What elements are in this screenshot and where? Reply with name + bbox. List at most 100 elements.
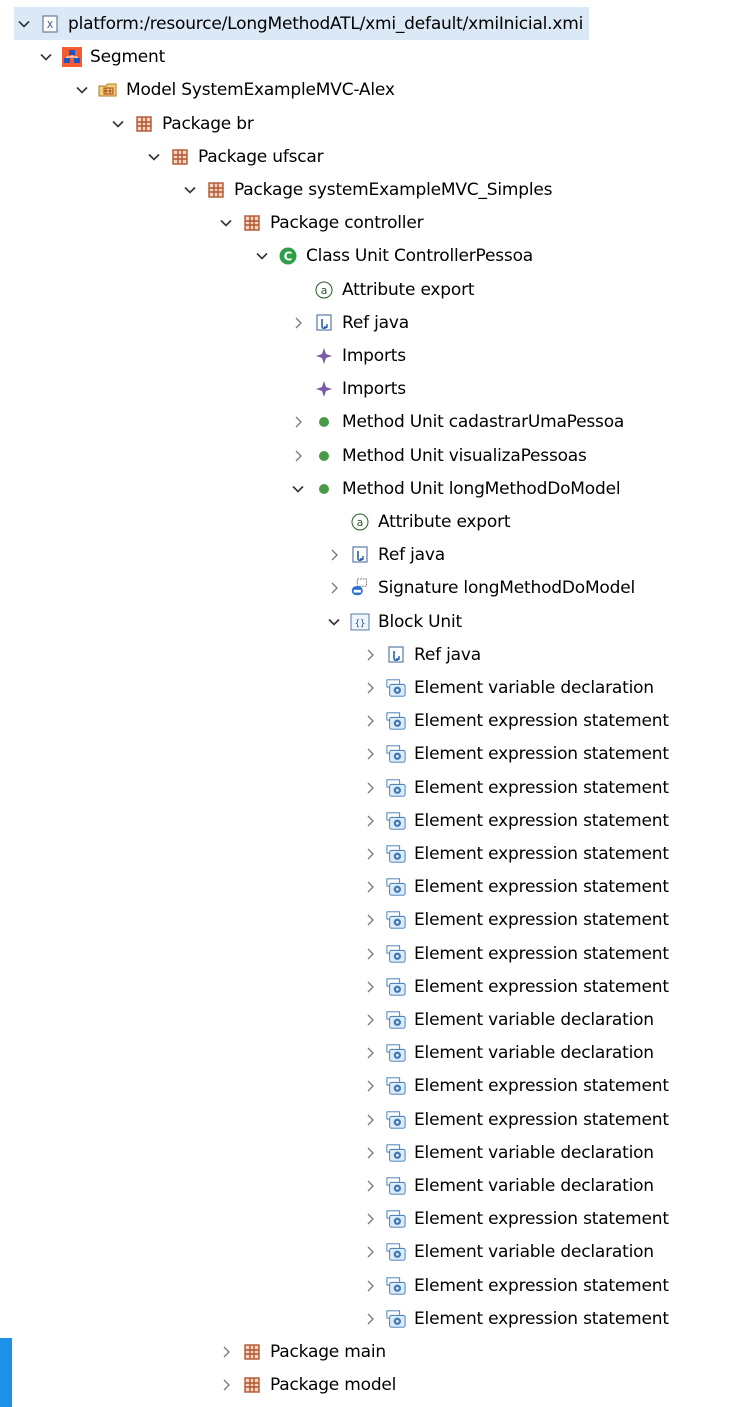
tree-item[interactable]: Element variable declaration xyxy=(360,1169,654,1202)
tree-item[interactable]: Element expression statement xyxy=(360,704,669,737)
collapse-chevron-icon[interactable] xyxy=(36,47,56,67)
expand-chevron-icon[interactable] xyxy=(360,1209,380,1229)
tree-item[interactable]: Element expression statement xyxy=(360,771,669,804)
expand-chevron-icon[interactable] xyxy=(216,1342,236,1362)
expand-chevron-icon[interactable] xyxy=(360,811,380,831)
tree-item[interactable]: Element variable declaration xyxy=(360,1235,654,1268)
tree-item[interactable]: Method Unit cadastrarUmaPessoa xyxy=(288,405,624,438)
tree-item-label: Segment xyxy=(90,46,166,67)
tree-item[interactable]: Package systemExampleMVC_Simples xyxy=(180,173,552,206)
expand-chevron-icon[interactable] xyxy=(360,1276,380,1296)
expand-chevron-icon[interactable] xyxy=(360,977,380,997)
expand-chevron-icon[interactable] xyxy=(360,1176,380,1196)
tree-item[interactable]: Element expression statement xyxy=(360,1069,669,1102)
expand-chevron-icon[interactable] xyxy=(360,645,380,665)
method-icon xyxy=(314,479,334,499)
expand-chevron-icon[interactable] xyxy=(360,1010,380,1030)
tree-item[interactable]: Package br xyxy=(108,107,254,140)
expand-chevron-icon[interactable] xyxy=(216,1375,236,1395)
expand-chevron-icon[interactable] xyxy=(324,545,344,565)
tree-item[interactable]: Element expression statement xyxy=(360,870,669,903)
tree-item[interactable]: Method Unit longMethodDoModel xyxy=(288,472,621,505)
expand-chevron-icon[interactable] xyxy=(360,1043,380,1063)
expand-chevron-icon[interactable] xyxy=(360,678,380,698)
expand-chevron-icon[interactable] xyxy=(288,412,308,432)
tree-item-label: Element expression statement xyxy=(414,1275,669,1296)
collapse-chevron-icon[interactable] xyxy=(288,479,308,499)
tree-item[interactable]: Signature longMethodDoModel xyxy=(324,571,635,604)
element-icon xyxy=(386,877,406,897)
element-icon xyxy=(386,744,406,764)
tree-item[interactable]: Element expression statement xyxy=(360,1202,669,1235)
tree-item[interactable]: Element expression statement xyxy=(360,737,669,770)
tree-item[interactable]: Element expression statement xyxy=(360,903,669,936)
tree-item[interactable]: Element expression statement xyxy=(360,1269,669,1302)
tree-item[interactable]: Element variable declaration xyxy=(360,671,654,704)
tree-item[interactable]: Element expression statement xyxy=(360,1103,669,1136)
expand-chevron-icon[interactable] xyxy=(360,1143,380,1163)
tree-item[interactable]: C Class Unit ControllerPessoa xyxy=(252,239,533,272)
tree-root-item[interactable]: Xplatform:/resource/LongMethodATL/xmi_de… xyxy=(14,7,590,40)
collapse-chevron-icon[interactable] xyxy=(324,612,344,632)
collapse-chevron-icon[interactable] xyxy=(252,246,272,266)
tree-item[interactable]: Imports xyxy=(288,339,406,372)
element-icon xyxy=(386,678,406,698)
tree-item[interactable]: {} Block Unit xyxy=(324,605,462,638)
collapse-chevron-icon[interactable] xyxy=(72,80,92,100)
expand-chevron-icon[interactable] xyxy=(360,1110,380,1130)
element-icon xyxy=(386,811,406,831)
collapse-chevron-icon[interactable] xyxy=(14,14,34,34)
tree-item[interactable]: Package main xyxy=(216,1335,386,1368)
expand-chevron-icon[interactable] xyxy=(360,711,380,731)
expand-chevron-icon[interactable] xyxy=(360,910,380,930)
expand-chevron-icon[interactable] xyxy=(360,844,380,864)
tree-item[interactable]: Element expression statement xyxy=(360,1302,669,1335)
collapse-chevron-icon[interactable] xyxy=(108,114,128,134)
expand-chevron-icon[interactable] xyxy=(360,944,380,964)
package-icon xyxy=(242,1375,262,1395)
collapse-chevron-icon[interactable] xyxy=(144,147,164,167)
element-icon xyxy=(386,1076,406,1096)
expand-chevron-icon[interactable] xyxy=(288,313,308,333)
tree-item[interactable]: Package ufscar xyxy=(144,140,324,173)
tree-item-label: Package br xyxy=(162,113,254,134)
tree-item[interactable]: Segment xyxy=(36,40,165,73)
tree-item[interactable]: Element expression statement xyxy=(360,837,669,870)
element-icon xyxy=(386,1209,406,1229)
tree-item[interactable]: Package model xyxy=(216,1368,396,1401)
method-icon xyxy=(314,412,334,432)
tree-item[interactable]: Element variable declaration xyxy=(360,1003,654,1036)
tree-item-label: Package controller xyxy=(270,212,424,233)
tree-item[interactable]: Element expression statement xyxy=(360,937,669,970)
expand-chevron-icon[interactable] xyxy=(288,446,308,466)
tree-item-label: Element expression statement xyxy=(414,843,669,864)
expand-chevron-icon[interactable] xyxy=(360,1309,380,1329)
tree-item-label: platform:/resource/LongMethodATL/xmi_def… xyxy=(68,13,584,34)
tree-item[interactable]: Model SystemExampleMVC-Alex xyxy=(72,73,395,106)
tree-item[interactable]: Ref java xyxy=(360,638,481,671)
tree-item[interactable]: Element expression statement xyxy=(360,970,669,1003)
collapse-chevron-icon[interactable] xyxy=(180,180,200,200)
tree-item[interactable]: Method Unit visualizaPessoas xyxy=(288,439,587,472)
expand-chevron-icon[interactable] xyxy=(360,778,380,798)
element-icon xyxy=(386,1242,406,1262)
expand-chevron-icon[interactable] xyxy=(360,1076,380,1096)
tree-item[interactable]: Ref java xyxy=(324,538,445,571)
tree-item[interactable]: Ref java xyxy=(288,306,409,339)
expand-chevron-icon[interactable] xyxy=(360,877,380,897)
tree-item[interactable]: Imports xyxy=(288,372,406,405)
collapse-chevron-icon[interactable] xyxy=(216,213,236,233)
tree-item[interactable]: a Attribute export xyxy=(324,505,511,538)
expand-chevron-icon[interactable] xyxy=(360,1242,380,1262)
imports-icon xyxy=(314,379,334,399)
tree-item-label: Element variable declaration xyxy=(414,677,654,698)
element-icon xyxy=(386,944,406,964)
tree-item[interactable]: Element variable declaration xyxy=(360,1136,654,1169)
tree-item-label: Element variable declaration xyxy=(414,1241,654,1262)
tree-item[interactable]: Package controller xyxy=(216,206,424,239)
tree-item[interactable]: Element expression statement xyxy=(360,804,669,837)
expand-chevron-icon[interactable] xyxy=(324,578,344,598)
expand-chevron-icon[interactable] xyxy=(360,744,380,764)
tree-item[interactable]: a Attribute export xyxy=(288,273,475,306)
tree-item[interactable]: Element variable declaration xyxy=(360,1036,654,1069)
